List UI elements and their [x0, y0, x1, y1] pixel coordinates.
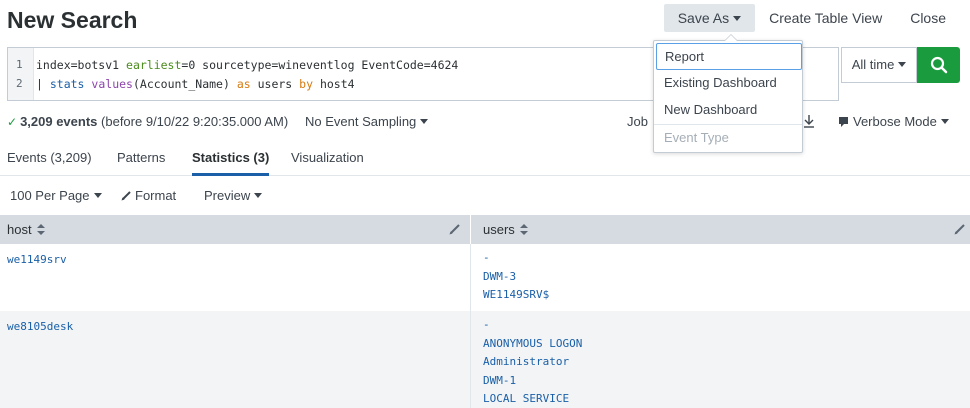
top-actions: Save As Create Table View Close	[663, 4, 970, 32]
pencil-icon[interactable]	[954, 223, 966, 235]
search-button[interactable]	[917, 47, 960, 83]
chevron-down-icon	[254, 193, 263, 199]
host-cell[interactable]: we1149srv	[7, 253, 67, 266]
table-controls: 100 Per Page Format Preview	[0, 180, 970, 210]
host-cell[interactable]: we8105desk	[7, 320, 73, 333]
table-row: we8105desk - ANONYMOUS LOGON Administrat…	[0, 311, 970, 408]
user-value[interactable]: ANONYMOUS LOGON	[483, 335, 582, 354]
search-line-2: | stats values(Account_Name) as users by…	[36, 77, 355, 91]
save-as-button[interactable]: Save As	[663, 4, 756, 32]
sort-icon	[520, 224, 529, 235]
menu-item-existing-dashboard[interactable]: Existing Dashboard	[654, 69, 802, 96]
menu-item-new-dashboard[interactable]: New Dashboard	[654, 96, 802, 123]
users-cell: - ANONYMOUS LOGON Administrator DWM-1 LO…	[483, 316, 582, 408]
chevron-down-icon	[420, 119, 429, 125]
table-header: host users	[0, 215, 970, 244]
search-mode-dropdown[interactable]: Verbose Mode	[838, 114, 949, 129]
column-divider	[470, 311, 471, 408]
menu-arrow	[724, 34, 738, 41]
mode-icon	[839, 117, 848, 127]
download-icon[interactable]	[803, 114, 815, 131]
pencil-icon	[121, 191, 131, 201]
chevron-down-icon	[733, 15, 742, 21]
preview-dropdown[interactable]: Preview	[204, 188, 263, 203]
tab-events[interactable]: Events (3,209)	[7, 150, 92, 176]
tab-patterns[interactable]: Patterns	[117, 150, 165, 176]
event-count: ✓ 3,209 events (before 9/10/22 9:20:35.00…	[7, 114, 289, 129]
tab-visualization[interactable]: Visualization	[291, 150, 364, 176]
line-number: 1	[16, 58, 23, 71]
user-value[interactable]: Administrator	[483, 353, 582, 372]
menu-item-event-type: Event Type	[664, 130, 729, 145]
save-as-menu: Report Existing Dashboard New Dashboard …	[653, 34, 803, 153]
users-cell: - DWM-3 WE1149SRV$	[483, 249, 549, 305]
column-header-host[interactable]: host	[7, 215, 46, 244]
save-as-label: Save As	[677, 10, 730, 26]
pencil-icon[interactable]	[449, 223, 461, 235]
sort-icon	[37, 224, 46, 235]
line-number: 2	[16, 77, 23, 90]
user-value[interactable]: -	[483, 316, 582, 335]
results-tabs: Events (3,209) Patterns Statistics (3) V…	[0, 140, 970, 176]
column-divider	[470, 215, 471, 244]
chevron-down-icon	[93, 193, 102, 199]
event-sampling-dropdown[interactable]: No Event Sampling	[305, 114, 429, 129]
table-row: we1149srv - DWM-3 WE1149SRV$	[0, 244, 970, 311]
column-divider	[470, 244, 471, 311]
chevron-down-icon	[940, 119, 949, 125]
user-value[interactable]: WE1149SRV$	[483, 286, 549, 305]
search-status-bar: ✓ 3,209 events (before 9/10/22 9:20:35.00…	[0, 112, 970, 132]
user-value[interactable]: DWM-3	[483, 268, 549, 287]
search-icon	[930, 56, 947, 74]
check-icon: ✓	[7, 115, 18, 129]
user-value[interactable]: LOCAL SERVICE	[483, 390, 582, 408]
search-line-1: index=botsv1 earliest=0 sourcetype=winev…	[36, 58, 459, 72]
page-title: New Search	[7, 7, 138, 33]
line-number-gutter: 1 2	[8, 48, 34, 100]
user-value[interactable]: DWM-1	[483, 372, 582, 391]
chevron-down-icon	[898, 62, 907, 68]
close-button[interactable]: Close	[896, 4, 970, 32]
job-menu[interactable]: Job	[627, 114, 648, 129]
column-header-users[interactable]: users	[483, 215, 529, 244]
tab-statistics[interactable]: Statistics (3)	[192, 150, 270, 176]
menu-item-report[interactable]: Report	[656, 43, 802, 70]
time-range-picker[interactable]: All time	[841, 47, 917, 83]
format-button[interactable]: Format	[121, 188, 176, 203]
create-table-view-button[interactable]: Create Table View	[755, 4, 896, 32]
per-page-dropdown[interactable]: 100 Per Page	[10, 188, 102, 203]
user-value[interactable]: -	[483, 249, 549, 268]
